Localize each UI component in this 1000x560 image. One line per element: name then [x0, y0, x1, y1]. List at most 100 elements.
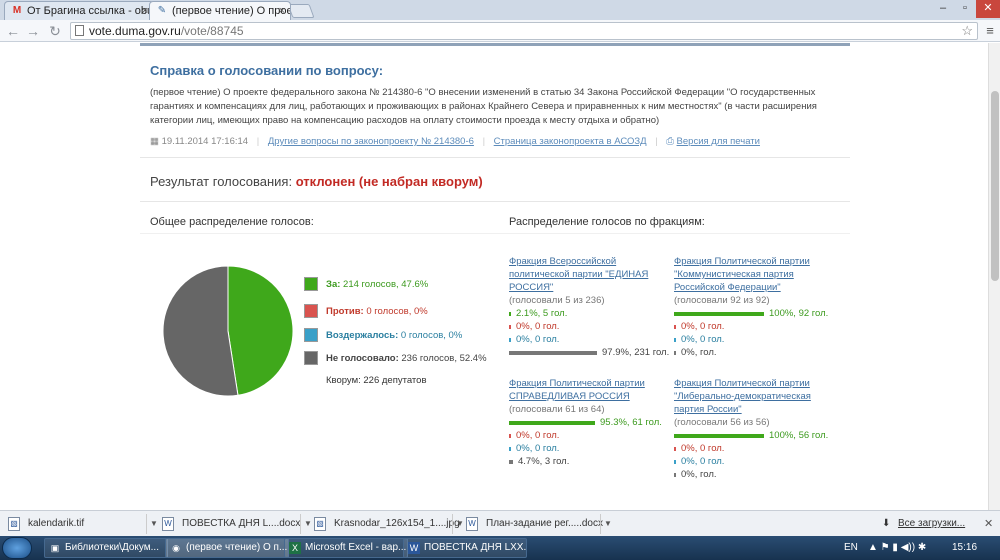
- faction-name-link[interactable]: Фракция Политической партии "Коммунистич…: [674, 255, 824, 294]
- taskbar-item[interactable]: W ПОВЕСТКА ДНЯ LXX...: [403, 538, 527, 558]
- download-name: ПОВЕСТКА ДНЯ L....docx: [182, 518, 301, 529]
- legend-swatch: [304, 328, 318, 342]
- download-item[interactable]: ▧ kalendarik.tif ▼: [8, 514, 158, 534]
- faction-row: 97.9%, 231 гол.: [509, 346, 669, 359]
- faction-row: 0%, гол.: [674, 468, 824, 481]
- faction-name-link[interactable]: Фракция Политической партии "Либерально-…: [674, 377, 824, 416]
- browser-toolbar: ← → ↻ vote.duma.gov.ru/vote/88745 ☆: [0, 20, 1000, 42]
- votes-pie-chart: [162, 265, 294, 397]
- faction-bar: [509, 325, 511, 329]
- pie-slice-0: [227, 265, 294, 396]
- scrollbar[interactable]: [988, 43, 1000, 510]
- forward-icon[interactable]: →: [24, 22, 42, 40]
- taskbar-item[interactable]: ◉ (первое чтение) О п...: [165, 538, 289, 558]
- faction-bar: [509, 434, 511, 438]
- scrollbar-thumb[interactable]: [991, 91, 999, 281]
- faction-row: 0%, 0 гол.: [509, 442, 659, 455]
- all-downloads-link[interactable]: Все загрузки...: [898, 514, 965, 534]
- faction-name-link[interactable]: Фракция Политической партии СПРАВЕДЛИВАЯ…: [509, 377, 659, 403]
- asozd-link[interactable]: Страница законопроекта в АСОЗД: [494, 136, 647, 147]
- word-file-icon: W: [162, 517, 174, 531]
- word-icon: W: [408, 542, 420, 554]
- legend-swatch: [304, 351, 318, 365]
- excel-icon: X: [289, 542, 301, 554]
- faction-row: 100%, 56 гол.: [674, 429, 828, 442]
- minimize-icon[interactable]: –: [932, 0, 954, 18]
- duma-icon: ✎: [157, 5, 167, 16]
- quorum-text: Кворум: 226 депутатов: [326, 375, 427, 386]
- download-item[interactable]: W План-задание рег.....docx ▼: [466, 514, 612, 534]
- new-tab-button[interactable]: [287, 4, 315, 18]
- print-version-link[interactable]: Версия для печати: [677, 136, 760, 147]
- close-icon[interactable]: ✕: [984, 514, 993, 534]
- tab-title: (первое чтение) О проек: [172, 5, 291, 17]
- chrome-icon: ◉: [172, 543, 180, 553]
- faction-bar: [674, 338, 676, 342]
- faction-bar: [674, 325, 676, 329]
- taskbar-item[interactable]: ▣ Библиотеки\Докум...: [44, 538, 168, 558]
- download-item[interactable]: ▧ Krasnodar_126x154_1....jpg ▼: [314, 514, 464, 534]
- faction-value: 97.9%, 231 гол.: [602, 347, 670, 358]
- start-button[interactable]: [2, 537, 32, 559]
- faction-voted: (голосовали 5 из 236): [509, 295, 605, 306]
- legend-text: Против: 0 голосов, 0%: [326, 306, 428, 317]
- address-bar[interactable]: vote.duma.gov.ru/vote/88745 ☆: [70, 22, 978, 40]
- chevron-down-icon[interactable]: ▼: [300, 514, 312, 534]
- back-icon[interactable]: ←: [4, 22, 22, 40]
- chevron-down-icon[interactable]: ▼: [146, 514, 158, 534]
- faction-value: 0%, 0 гол.: [516, 334, 560, 345]
- chevron-down-icon[interactable]: ▼: [600, 514, 612, 534]
- faction-row: 2.1%, 5 гол.: [509, 307, 659, 320]
- tab-strip: M От Брагина ссылка - obu × ✎ (первое чт…: [0, 0, 1000, 20]
- faction-bar: [509, 460, 513, 464]
- faction-value: 0%, 0 гол.: [681, 321, 725, 332]
- taskbar: ▣ Библиотеки\Докум... ◉ (первое чтение) О …: [0, 536, 1000, 560]
- language-indicator[interactable]: EN: [844, 536, 858, 560]
- image-file-icon: ▧: [8, 517, 20, 531]
- close-icon[interactable]: ×: [142, 2, 148, 20]
- divider: [140, 157, 850, 158]
- tab-gmail[interactable]: M От Брагина ссылка - obu ×: [4, 1, 154, 20]
- faction-value: 0%, 0 гол.: [681, 334, 725, 345]
- close-window-icon[interactable]: ✕: [976, 0, 1000, 18]
- close-icon[interactable]: ×: [279, 2, 285, 20]
- download-item[interactable]: W ПОВЕСТКА ДНЯ L....docx ▼: [162, 514, 312, 534]
- vote-description: (первое чтение) О проекте федерального з…: [150, 87, 817, 126]
- legend-text: Воздержалось: 0 голосов, 0%: [326, 330, 463, 341]
- address-path: /vote/88745: [180, 24, 244, 38]
- legend-text: За: 214 голосов, 47.6%: [326, 279, 429, 290]
- faction-value: 0%, 0 гол.: [681, 443, 725, 454]
- vote-meta: ▦ 19.11.2014 17:16:14 | Другие вопросы п…: [150, 136, 760, 147]
- taskbar-title: ПОВЕСТКА ДНЯ LXX...: [424, 542, 527, 553]
- faction-row: 0%, 0 гол.: [509, 333, 659, 346]
- bookmark-star-icon[interactable]: ☆: [961, 23, 973, 39]
- gmail-icon: M: [12, 5, 22, 16]
- tab-duma-vote[interactable]: ✎ (первое чтение) О проек ×: [149, 1, 291, 20]
- taskbar-item[interactable]: X Microsoft Excel - вар...: [284, 538, 408, 558]
- calendar-icon: ▦: [150, 136, 159, 147]
- other-questions-link[interactable]: Другие вопросы по законопроекту № 214380…: [268, 136, 474, 147]
- faction-name-link[interactable]: Фракция Всероссийской политической парти…: [509, 255, 659, 294]
- chevron-down-icon[interactable]: ▼: [452, 514, 464, 534]
- faction-value: 2.1%, 5 гол.: [516, 308, 568, 319]
- faction-bar: [674, 473, 676, 477]
- legend-swatch: [304, 277, 318, 291]
- faction-bar: [509, 312, 511, 316]
- clock[interactable]: 15:16: [952, 536, 977, 560]
- faction-bar: [674, 460, 676, 464]
- faction-value: 0%, 0 гол.: [681, 456, 725, 467]
- faction-row: 0%, 0 гол.: [509, 320, 659, 333]
- tray-icons[interactable]: ▲ ⚑ ▮ ◀)) ✱: [868, 536, 926, 560]
- download-name: План-задание рег.....docx: [486, 518, 603, 529]
- menu-icon[interactable]: ≡: [982, 22, 998, 40]
- taskbar-title: Библиотеки\Докум...: [65, 542, 159, 553]
- result-label: Результат голосования:: [150, 174, 293, 189]
- vote-result: Результат голосования: отклонен (не набр…: [150, 174, 483, 189]
- reload-icon[interactable]: ↻: [46, 22, 64, 40]
- faction-value: 0%, 0 гол.: [516, 443, 560, 454]
- page-icon: [75, 25, 84, 36]
- legend-text: Не голосовало: 236 голосов, 52.4%: [326, 353, 487, 364]
- maximize-icon[interactable]: ▫: [954, 0, 976, 18]
- download-name: kalendarik.tif: [28, 518, 85, 529]
- faction-bar: [509, 338, 511, 342]
